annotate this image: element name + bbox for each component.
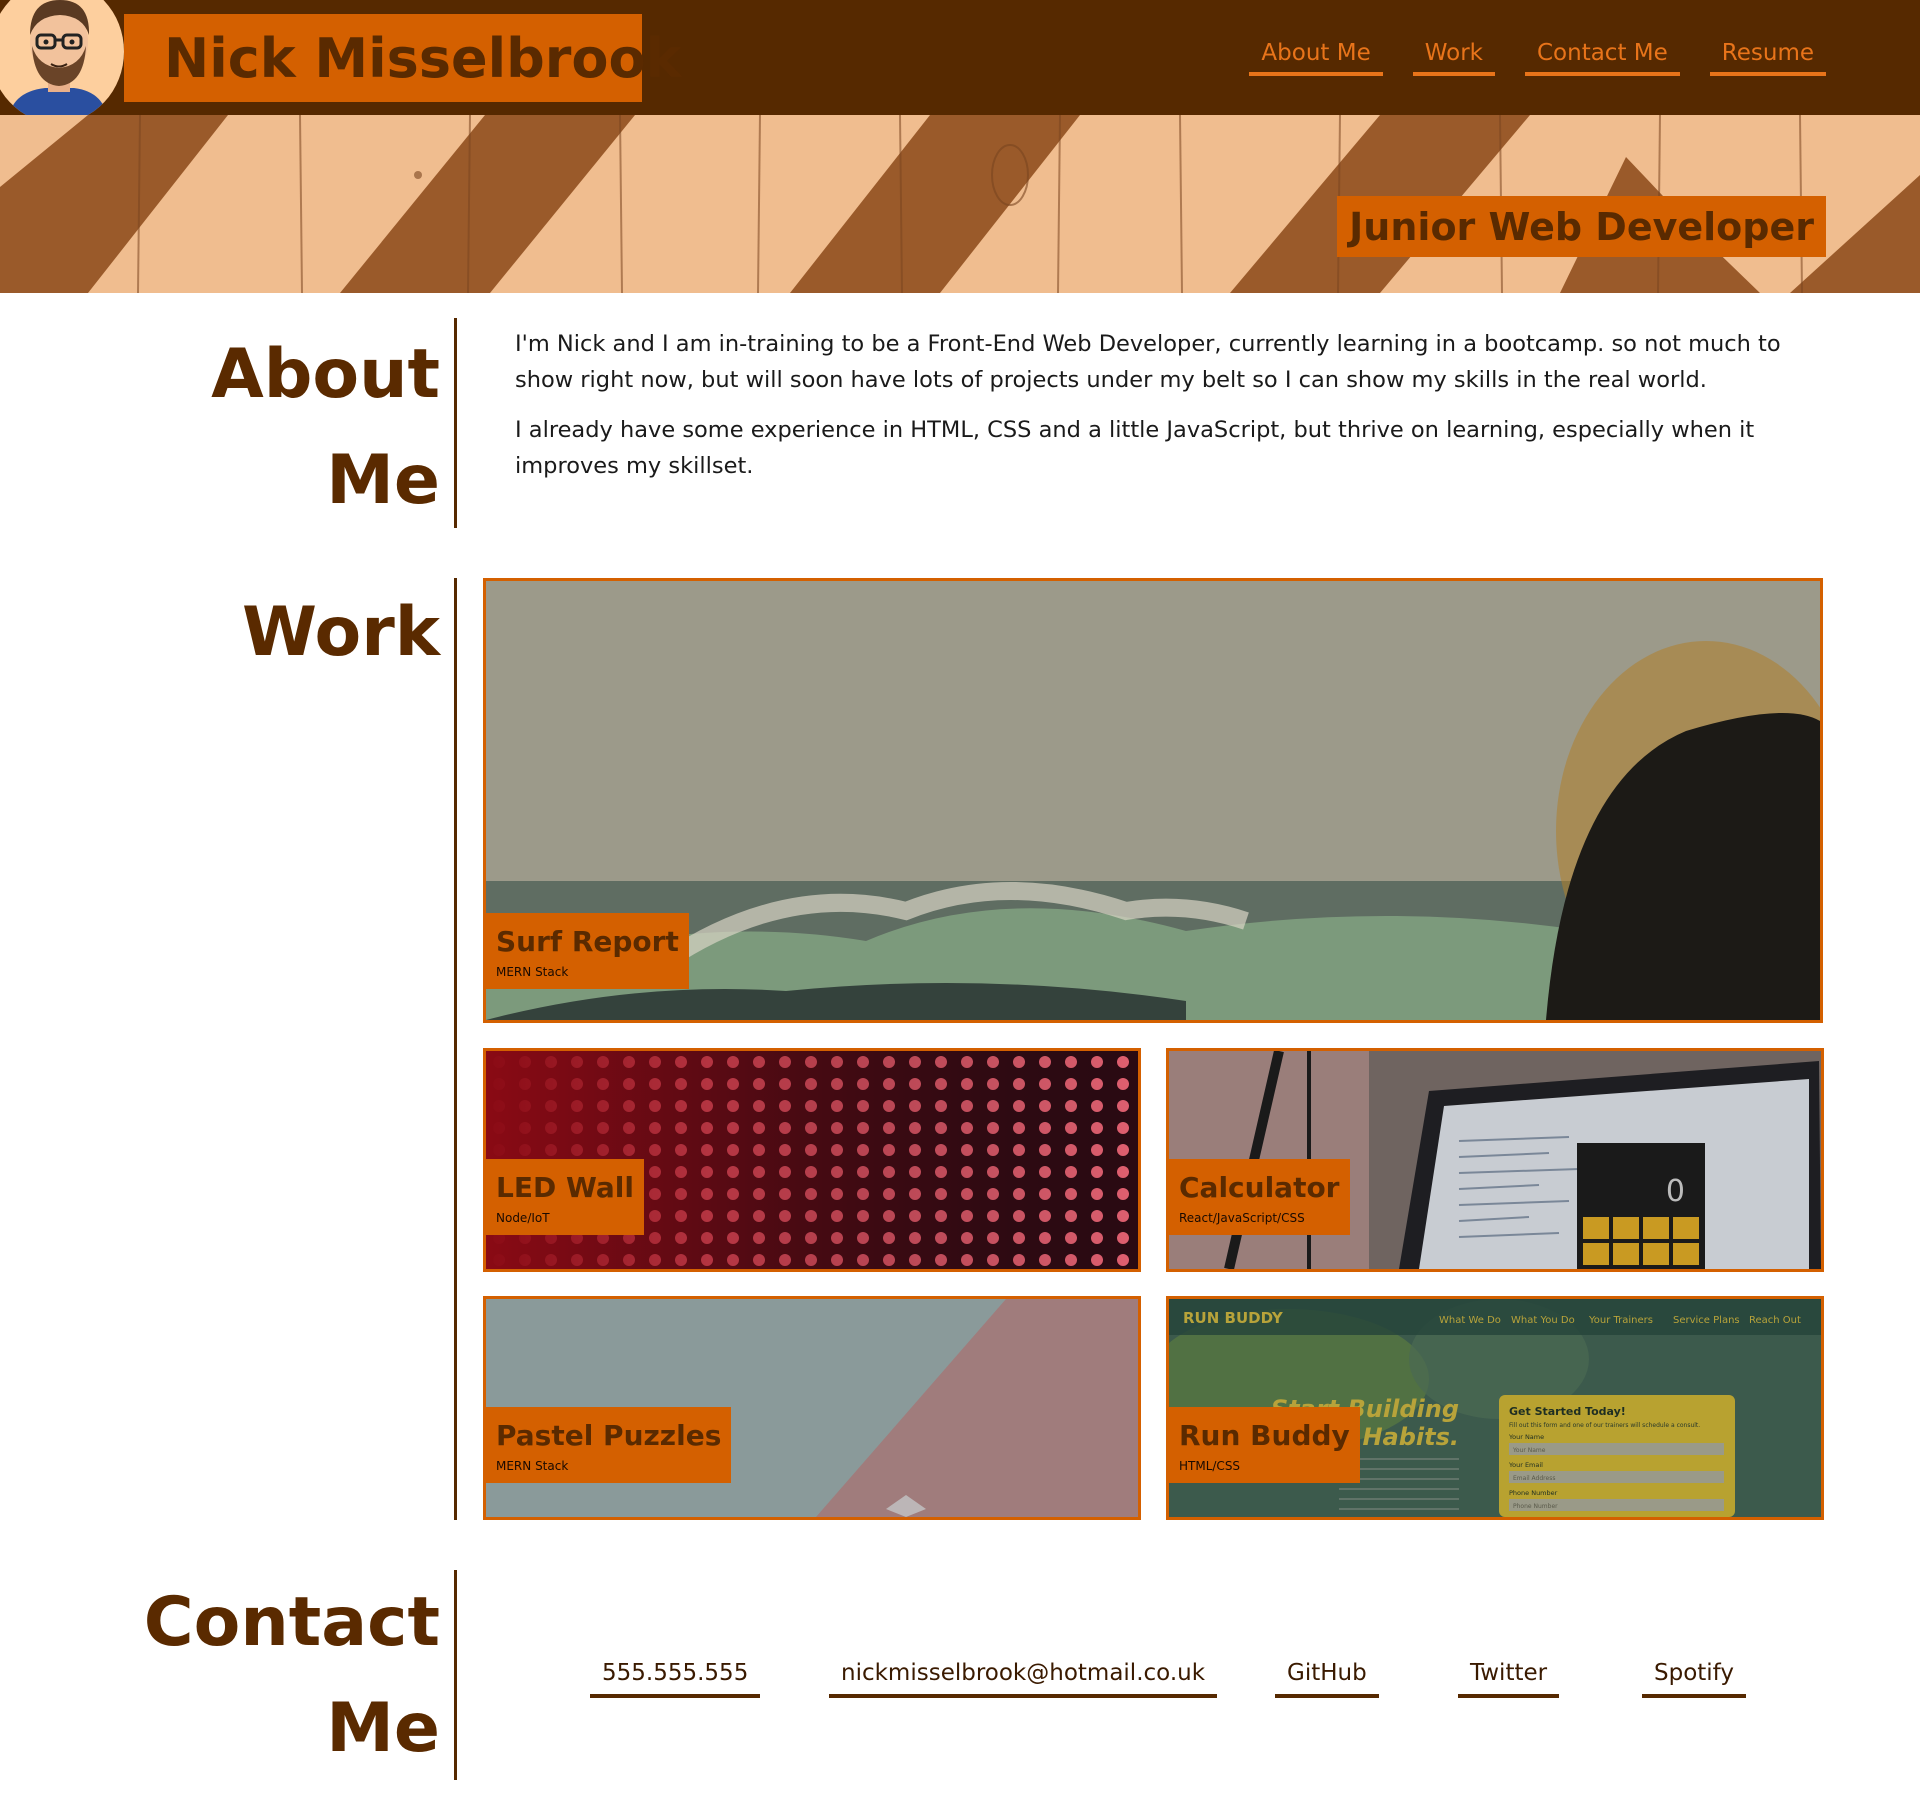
- calculator-display: 0: [1666, 1174, 1685, 1209]
- project-caption: Run Buddy HTML/CSS: [1169, 1407, 1360, 1483]
- project-stack: React/JavaScript/CSS: [1179, 1211, 1305, 1225]
- site-header: Nick Misselbrook About Me Work Contact M…: [0, 0, 1920, 123]
- project-title: Run Buddy: [1179, 1419, 1350, 1452]
- project-stack: Node/IoT: [496, 1211, 550, 1225]
- about-text: I'm Nick and I am in-training to be a Fr…: [515, 326, 1827, 498]
- project-caption: Surf Report MERN Stack: [486, 913, 689, 989]
- about-divider: [454, 318, 457, 528]
- avatar: [0, 0, 124, 123]
- about-heading-line2: Me: [326, 441, 440, 520]
- project-caption: Pastel Puzzles MERN Stack: [486, 1407, 732, 1483]
- project-card-run-buddy[interactable]: RUN BUDDY What We Do What You Do Your Tr…: [1166, 1296, 1824, 1520]
- contact-heading-line2: Me: [326, 1689, 440, 1768]
- run-buddy-field-placeholder: Your Name: [1512, 1447, 1546, 1454]
- contact-spotify-link[interactable]: Spotify: [1642, 1658, 1746, 1698]
- run-buddy-field-label: Your Name: [1508, 1433, 1544, 1441]
- run-buddy-field-placeholder: Email Address: [1513, 1475, 1555, 1482]
- work-heading: Work: [241, 593, 440, 672]
- tagline: Junior Web Developer: [1349, 204, 1814, 249]
- project-caption: LED Wall Node/IoT: [486, 1159, 644, 1235]
- run-buddy-nav-item: Service Plans: [1673, 1315, 1740, 1326]
- contact-twitter-link[interactable]: Twitter: [1458, 1658, 1560, 1698]
- nav-contact-me[interactable]: Contact Me: [1524, 38, 1680, 76]
- nav-work[interactable]: Work: [1412, 38, 1495, 76]
- run-buddy-form-sub: Fill out this form and one of our traine…: [1509, 1422, 1700, 1429]
- contact-email-link[interactable]: nickmisselbrook@hotmail.co.uk: [829, 1658, 1218, 1698]
- run-buddy-nav-item: What You Do: [1511, 1315, 1575, 1326]
- project-title: Calculator: [1179, 1171, 1340, 1204]
- project-card-calculator[interactable]: 0 Calculator React/JavaScript/CSS: [1166, 1048, 1824, 1272]
- main-nav: About Me Work Contact Me Resume: [1249, 38, 1826, 76]
- project-title: Surf Report: [496, 925, 679, 958]
- project-stack: MERN Stack: [496, 1459, 569, 1473]
- work-divider: [454, 578, 457, 1520]
- project-card-led-wall[interactable]: LED Wall Node/IoT: [483, 1048, 1141, 1272]
- project-stack: MERN Stack: [496, 965, 569, 979]
- contact-divider: [454, 1570, 457, 1780]
- run-buddy-headline: Habits.: [1362, 1423, 1459, 1451]
- run-buddy-field-label: Phone Number: [1509, 1489, 1558, 1497]
- contact-heading: Contact Me: [144, 1570, 440, 1782]
- project-caption: Calculator React/JavaScript/CSS: [1169, 1159, 1350, 1235]
- run-buddy-field-placeholder: Phone Number: [1513, 1503, 1558, 1510]
- run-buddy-form-title: Get Started Today!: [1509, 1405, 1626, 1418]
- contact-phone-link[interactable]: 555.555.555: [590, 1658, 761, 1698]
- about-heading-line1: About: [211, 335, 440, 414]
- about-paragraph: I'm Nick and I am in-training to be a Fr…: [515, 331, 1781, 393]
- run-buddy-field-label: Your Email: [1508, 1461, 1543, 1469]
- project-stack: HTML/CSS: [1179, 1459, 1241, 1473]
- project-card-pastel-puzzles[interactable]: Pastel Puzzles MERN Stack: [483, 1296, 1141, 1520]
- about-paragraph: I already have some experience in HTML, …: [515, 417, 1755, 479]
- hero-banner: Junior Web Developer: [0, 115, 1920, 293]
- contact-heading-line1: Contact: [143, 1583, 440, 1662]
- project-card-surf-report[interactable]: Surf Report MERN Stack: [483, 578, 1823, 1023]
- avatar-illustration: [8, 0, 108, 123]
- run-buddy-brand: RUN BUDDY: [1183, 1309, 1284, 1327]
- tagline-box: Junior Web Developer: [1337, 196, 1826, 257]
- project-title: LED Wall: [496, 1171, 634, 1204]
- site-title: Nick Misselbrook: [164, 26, 682, 90]
- nav-resume[interactable]: Resume: [1709, 38, 1826, 76]
- run-buddy-nav-item: Your Trainers: [1588, 1315, 1653, 1326]
- run-buddy-nav-item: Reach Out: [1749, 1315, 1801, 1326]
- site-title-box: Nick Misselbrook: [124, 14, 681, 102]
- contact-github-link[interactable]: GitHub: [1275, 1658, 1379, 1698]
- project-title: Pastel Puzzles: [496, 1419, 722, 1452]
- run-buddy-nav-item: What We Do: [1439, 1315, 1501, 1326]
- about-heading: About Me: [211, 322, 440, 534]
- nav-about-me[interactable]: About Me: [1249, 38, 1383, 76]
